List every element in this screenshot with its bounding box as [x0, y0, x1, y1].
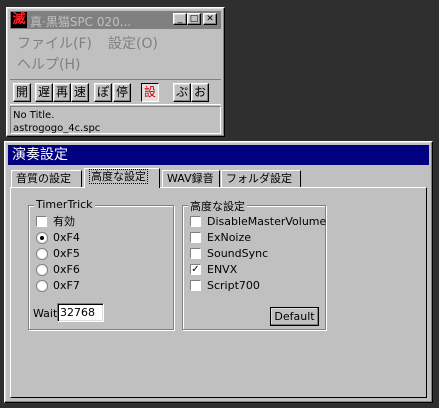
wait-input[interactable]: 32768 — [57, 303, 104, 322]
radio-dot[interactable] — [36, 232, 48, 244]
maximize-button[interactable]: □ — [187, 13, 201, 25]
tab-folder[interactable]: フォルダ設定 — [221, 170, 301, 187]
radio-dot[interactable] — [36, 248, 48, 260]
player-window: 滅 真·黒猫SPC 020... _ □ ✕ ファイル(F) 設定(O) ヘルプ(… — [6, 7, 225, 137]
tab-wav-record[interactable]: WAV録音 — [162, 170, 220, 187]
menu-bar: ファイル(F) 設定(O) — [17, 33, 174, 52]
settings-title-bar[interactable]: 演奏設定 — [8, 145, 429, 165]
radio-label: 0xF4 — [53, 231, 80, 244]
app-icon[interactable]: 滅 — [11, 12, 27, 28]
player-toolbar: 開 遅 再 速 ぽ 停 設 ぷ お — [10, 79, 221, 105]
advanced-options-group: 高度な設定 DisableMasterVolume ExNoize SoundS… — [182, 198, 327, 330]
pause-button[interactable]: ぽ — [94, 83, 112, 102]
fast-button[interactable]: 速 — [71, 83, 89, 102]
menu-settings[interactable]: 設定(O) — [108, 36, 158, 52]
checkbox-label: DisableMasterVolume — [207, 215, 327, 228]
checkbox-label: SoundSync — [207, 247, 269, 260]
player-title: 真·黒猫SPC 020... — [30, 15, 132, 29]
tab-label: フォルダ設定 — [226, 172, 292, 185]
group-title: TimerTrick — [34, 198, 95, 211]
checkbox-label: ENVX — [207, 263, 238, 276]
open-button[interactable]: 開 — [13, 83, 31, 102]
radio-dot[interactable] — [36, 280, 48, 292]
checkbox-label: 有効 — [53, 215, 75, 228]
song-title: No Title. — [13, 110, 55, 121]
minimize-button[interactable]: _ — [173, 13, 187, 25]
timer-trick-group: TimerTrick 有効 0xF4 0xF5 0xF6 0xF7 Wait 3… — [28, 198, 174, 330]
settings-window: 演奏設定 音質の設定 高度な設定 WAV録音 フォルダ設定 TimerTrick… — [4, 141, 433, 403]
radio-label: 0xF5 — [53, 247, 80, 260]
pu-button[interactable]: ぷ — [173, 83, 191, 102]
radio-label: 0xF7 — [53, 279, 80, 292]
stop-button[interactable]: 停 — [113, 83, 131, 102]
group-title: 高度な設定 — [188, 198, 247, 214]
default-button[interactable]: Default — [270, 307, 319, 326]
menu-help[interactable]: ヘルプ(H) — [17, 57, 80, 73]
menu-file[interactable]: ファイル(F) — [17, 36, 92, 52]
checkbox-box[interactable] — [190, 248, 201, 259]
slow-button[interactable]: 遅 — [35, 83, 53, 102]
tab-label: 音質の設定 — [16, 172, 71, 185]
settings-button[interactable]: 設 — [141, 83, 159, 102]
menu-bar-row2: ヘルプ(H) — [17, 54, 80, 73]
checkbox-box[interactable] — [190, 216, 201, 227]
checkbox-box[interactable] — [190, 232, 201, 243]
checkbox-label: ExNoize — [207, 231, 252, 244]
tab-panel: TimerTrick 有効 0xF4 0xF5 0xF6 0xF7 Wait 3… — [10, 187, 427, 398]
tab-advanced[interactable]: 高度な設定 — [84, 168, 160, 188]
o-button[interactable]: お — [191, 83, 209, 102]
file-name: astrogogo_4c.spc — [13, 123, 101, 134]
song-info-panel: No Title. astrogogo_4c.spc — [10, 106, 221, 134]
checkbox-label: Script700 — [207, 279, 260, 292]
radio-dot[interactable] — [36, 264, 48, 276]
wait-label: Wait — [33, 307, 58, 320]
tab-label: WAV録音 — [167, 172, 214, 185]
player-title-bar[interactable]: 滅 真·黒猫SPC 020... _ □ ✕ — [10, 11, 221, 29]
tab-label: 高度な設定 — [89, 169, 148, 184]
checkbox-box[interactable] — [36, 216, 47, 227]
play-button[interactable]: 再 — [53, 83, 71, 102]
close-button[interactable]: ✕ — [203, 13, 217, 25]
checkbox-box[interactable] — [190, 280, 201, 291]
checkmark-icon[interactable]: ✓ — [190, 264, 201, 275]
radio-label: 0xF6 — [53, 263, 80, 276]
tab-sound-quality[interactable]: 音質の設定 — [11, 170, 82, 187]
